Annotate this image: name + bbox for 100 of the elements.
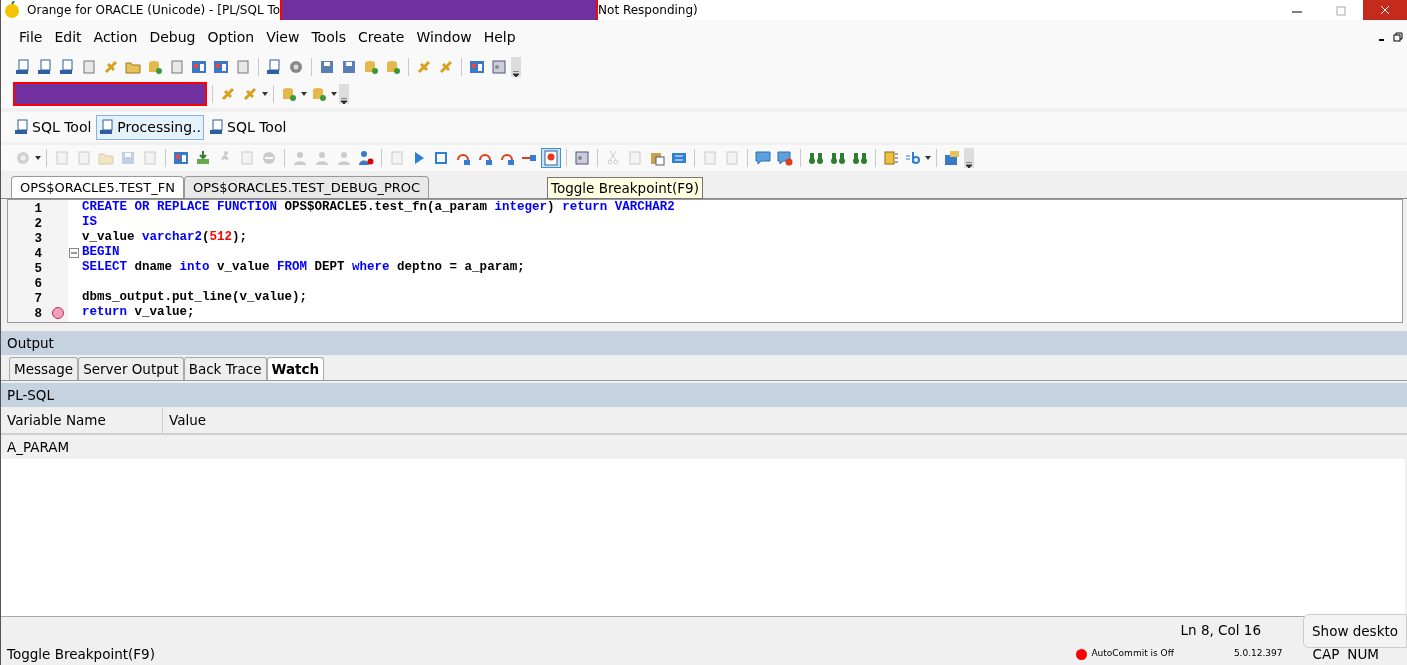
document-tab[interactable]: OPS$ORACLE5.TEST_FN	[11, 175, 184, 198]
gear-icon	[288, 59, 304, 75]
menu-item[interactable]: File	[13, 24, 49, 50]
code-line: v_value varchar2(512);	[81, 229, 248, 246]
code-line: CREATE OR REPLACE FUNCTION OPS$ORACLE5.test_fn(a_param integer) return VARCHAR2	[81, 200, 675, 216]
binoculars-icon	[830, 150, 846, 166]
menu-item[interactable]: Action	[87, 24, 144, 50]
menu-item[interactable]: Help	[477, 24, 522, 50]
output-tab[interactable]: Server Output	[78, 356, 184, 380]
folder-icon	[125, 59, 141, 75]
list-button[interactable]	[572, 148, 592, 168]
dropdown-caret-icon[interactable]	[331, 92, 337, 96]
document-icon	[389, 150, 405, 166]
document-tab[interactable]: OPS$ORACLE5.TEST_DEBUG_PROC	[184, 175, 430, 198]
dropdown-caret-icon[interactable]	[262, 92, 268, 96]
mdi-window-controls-icon[interactable]	[1377, 31, 1403, 43]
document-icon	[235, 59, 251, 75]
window-icon	[173, 150, 189, 166]
person-icon	[292, 150, 308, 166]
code-line: IS	[81, 214, 97, 231]
tooltip: Toggle Breakpoint(F9)	[547, 177, 703, 200]
menu-item[interactable]: Window	[410, 24, 478, 50]
scissors-icon	[605, 150, 621, 166]
chat-delete-icon	[777, 150, 793, 166]
overflow-icon[interactable]	[339, 84, 349, 104]
breakpoint-marker-icon[interactable]	[52, 306, 64, 319]
line-number: 3	[33, 230, 43, 246]
folder-icon	[98, 150, 114, 166]
document-icon	[627, 150, 643, 166]
menu-item[interactable]: Tools	[305, 24, 352, 50]
code-editor[interactable]	[7, 199, 1403, 323]
document-icon	[169, 59, 185, 75]
fold-toggle-icon[interactable]	[69, 247, 79, 258]
line-number: 1	[33, 200, 43, 216]
column-header[interactable]: Variable Name	[1, 407, 163, 433]
menu-item[interactable]: Create	[351, 24, 411, 50]
menu-item[interactable]: Debug	[143, 24, 202, 50]
line-number: 2	[33, 215, 43, 231]
version-label: 5.0.12.397	[1233, 647, 1283, 661]
database-icon	[311, 86, 327, 102]
paste-icon	[649, 150, 665, 166]
properties-icon	[944, 150, 960, 166]
output-tab[interactable]: Watch	[266, 356, 325, 380]
panel-button[interactable]	[881, 148, 901, 168]
output-tab[interactable]: Back Trace	[183, 356, 267, 380]
menu-item[interactable]: View	[260, 24, 306, 50]
dropdown-caret-icon[interactable]	[301, 92, 307, 96]
database-icon	[363, 59, 379, 75]
select-all-icon	[671, 150, 687, 166]
line-number: 4	[33, 245, 43, 261]
code-line: return v_value;	[81, 304, 195, 322]
document-icon	[14, 119, 30, 135]
database-icon	[385, 59, 401, 75]
document-icon	[54, 150, 70, 166]
cursor-position: Ln 8, Col 16	[1180, 620, 1261, 640]
list-icon	[574, 150, 590, 166]
document-icon	[59, 59, 75, 75]
overflow-icon[interactable]	[511, 57, 521, 77]
person-icon	[336, 150, 352, 166]
binoculars-icon	[852, 150, 868, 166]
document-icon	[239, 150, 255, 166]
table-cell-text: A_PARAM	[7, 437, 71, 457]
app-icon	[3, 1, 21, 19]
window-title: Not Responding)	[598, 2, 698, 19]
chat-icon	[755, 150, 771, 166]
document-icon	[209, 119, 226, 135]
breakpoint-button[interactable]	[541, 148, 561, 168]
plug-icon	[242, 86, 258, 102]
tool-tab[interactable]: Processing..	[96, 114, 205, 140]
properties-button[interactable]	[942, 148, 962, 168]
overflow-icon[interactable]	[964, 148, 974, 168]
line-number: 5	[33, 260, 43, 276]
document-icon	[37, 59, 53, 75]
dropdown-caret-icon[interactable]	[35, 156, 41, 160]
panel-icon	[883, 150, 899, 166]
menu-item[interactable]: Option	[201, 24, 261, 50]
plug-icon	[416, 59, 432, 75]
output-tab[interactable]: Message	[9, 356, 79, 380]
tool-tab[interactable]: SQL Tool	[11, 114, 95, 140]
save-icon	[341, 59, 357, 75]
document-icon	[266, 59, 282, 75]
column-header[interactable]: Value	[163, 407, 213, 433]
menu-item[interactable]: Edit	[48, 24, 88, 50]
autocommit-status: AutoCommit is Off	[1091, 647, 1174, 661]
document-icon	[702, 150, 718, 166]
line-number: 6	[33, 275, 43, 291]
window-title: Orange for ORACLE (Unicode) - [PL/SQL To	[27, 2, 281, 19]
person-icon	[358, 150, 374, 166]
person-button[interactable]	[356, 148, 376, 168]
document-icon	[15, 59, 31, 75]
tool-tab[interactable]: SQL Tool	[206, 114, 290, 140]
status-message: Toggle Breakpoint(F9)	[6, 644, 155, 664]
tooltip: Show deskto	[1303, 614, 1407, 649]
database-icon	[281, 86, 297, 102]
chat-delete-button[interactable]	[775, 148, 795, 168]
save-icon	[120, 150, 136, 166]
assign-icon	[905, 150, 921, 166]
dropdown-caret-icon[interactable]	[925, 156, 931, 160]
panel-header: Output	[1, 331, 1407, 355]
section-header: PL-SQL	[1, 383, 1407, 407]
